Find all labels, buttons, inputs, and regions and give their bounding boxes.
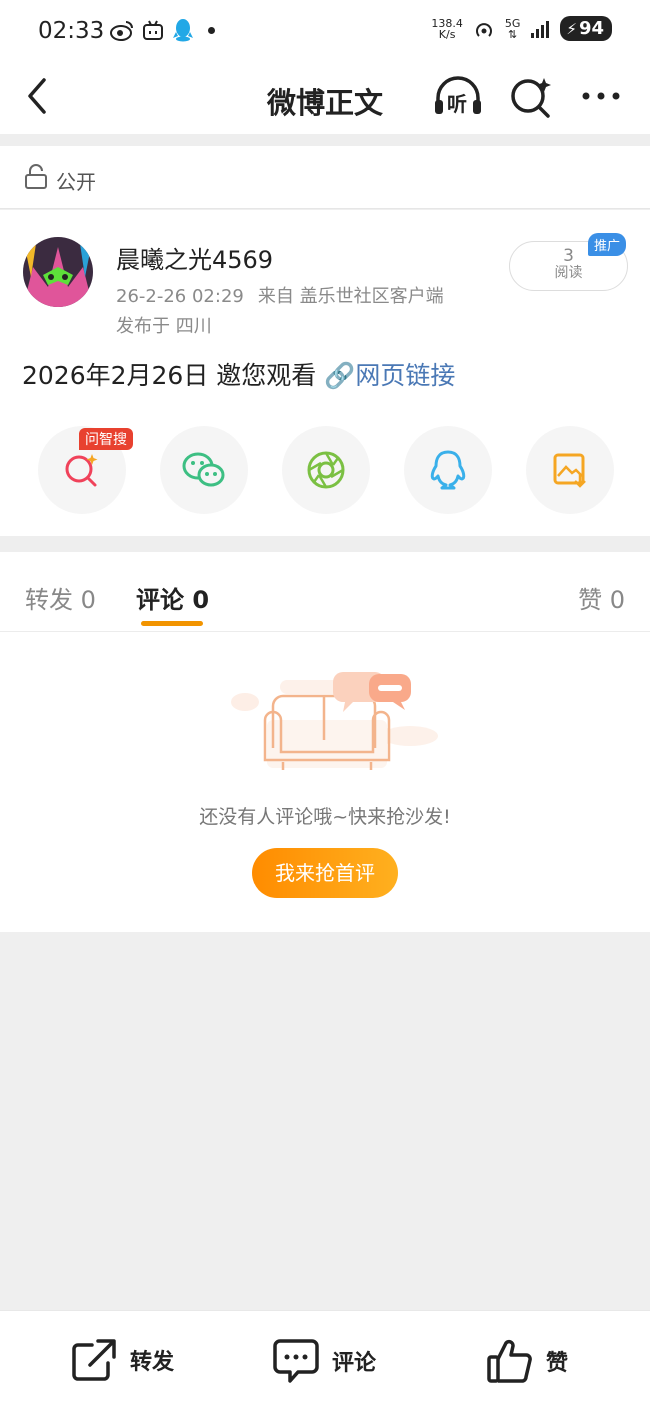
active-tab-indicator bbox=[141, 621, 203, 626]
net-speed-unit: K/s bbox=[438, 27, 456, 41]
comments-empty-state: 还没有人评论哦~快来抢沙发! 我来抢首评 bbox=[0, 632, 650, 932]
ai-search-icon[interactable] bbox=[508, 74, 554, 120]
ai-search-badge: 问智搜 bbox=[79, 428, 133, 450]
visibility-row[interactable]: 公开 bbox=[0, 146, 650, 209]
comment-icon bbox=[273, 1339, 319, 1383]
visibility-label: 公开 bbox=[56, 170, 96, 194]
post-time: 26-2-26 02:29 bbox=[116, 286, 244, 307]
like-button[interactable]: 赞 bbox=[486, 1337, 568, 1385]
thumbs-up-icon bbox=[487, 1339, 532, 1383]
data-arrows-icon: ⇅ bbox=[508, 27, 518, 41]
qq-notification-icon bbox=[173, 19, 193, 42]
battery-level: 94 bbox=[578, 18, 604, 39]
avatar[interactable] bbox=[23, 237, 93, 307]
net-speed-value: 138.4 bbox=[431, 16, 463, 30]
unlock-icon bbox=[25, 164, 47, 189]
post-card: 晨曦之光4569 26-2-26 02:29 来自 盖乐世社区客户端 发布于 四川… bbox=[0, 210, 650, 536]
share-moments-button[interactable] bbox=[282, 426, 370, 514]
repost-button[interactable]: 转发 bbox=[70, 1337, 174, 1383]
listen-label: 听 bbox=[447, 92, 467, 116]
qq-icon bbox=[430, 450, 466, 490]
avatar-image bbox=[23, 237, 93, 307]
hotspot-icon bbox=[475, 22, 492, 37]
wechat-icon bbox=[182, 452, 225, 487]
charging-icon: ⚡ bbox=[566, 19, 577, 38]
promo-badge[interactable]: 推广 bbox=[588, 233, 627, 256]
listen-button[interactable]: 听 bbox=[432, 74, 484, 120]
bilibili-notification-icon bbox=[143, 20, 163, 40]
repost-label: 转发 bbox=[130, 1350, 175, 1375]
more-icon[interactable] bbox=[578, 78, 624, 114]
signal-icon bbox=[531, 20, 550, 38]
status-dot-icon bbox=[208, 26, 215, 34]
share-save-image-button[interactable] bbox=[526, 426, 614, 514]
author-name[interactable]: 晨曦之光4569 bbox=[116, 240, 273, 275]
share-qq-button[interactable] bbox=[404, 426, 492, 514]
comment-label: 评论 bbox=[332, 1351, 377, 1376]
save-image-icon bbox=[553, 453, 586, 488]
moments-icon bbox=[307, 451, 345, 489]
section-divider bbox=[0, 134, 650, 146]
share-wechat-button[interactable] bbox=[160, 426, 248, 514]
comment-button[interactable]: 评论 bbox=[272, 1337, 376, 1385]
nav-bar: 微博正文 听 bbox=[0, 64, 650, 134]
empty-message: 还没有人评论哦~快来抢沙发! bbox=[199, 806, 451, 828]
post-meta: 26-2-26 02:29 来自 盖乐世社区客户端 bbox=[116, 282, 444, 308]
net-speed: 138.4 K/s bbox=[431, 18, 463, 40]
status-notification-icons bbox=[110, 18, 215, 42]
status-right: 138.4 K/s 5G ⇅ ⚡ 94 bbox=[431, 16, 612, 41]
battery-indicator: ⚡ 94 bbox=[560, 16, 612, 41]
post-text: 2026年2月26日 邀您观看 bbox=[22, 361, 325, 390]
status-bar: 02:33 138.4 K/s 5G ⇅ ⚡ 94 bbox=[0, 0, 650, 64]
network-type-label: 5G bbox=[504, 16, 521, 30]
weibo-notification-icon bbox=[110, 21, 133, 41]
interaction-tabs: 转发 0 评论 0 赞 0 bbox=[0, 552, 650, 632]
post-content: 2026年2月26日 邀您观看 🔗网页链接 bbox=[22, 356, 455, 392]
status-time: 02:33 bbox=[38, 18, 105, 44]
repost-icon bbox=[72, 1339, 116, 1381]
network-type: 5G ⇅ bbox=[505, 18, 521, 40]
read-label: 阅读 bbox=[554, 265, 583, 281]
web-link[interactable]: 🔗网页链接 bbox=[324, 361, 455, 390]
web-link-label: 网页链接 bbox=[355, 361, 456, 390]
post-location: 发布于 四川 bbox=[116, 316, 212, 337]
first-comment-button[interactable]: 我来抢首评 bbox=[252, 848, 398, 898]
ai-search-icon bbox=[65, 454, 98, 487]
link-icon: 🔗 bbox=[324, 361, 356, 390]
post-source: 来自 盖乐世社区客户端 bbox=[257, 286, 444, 307]
like-label: 赞 bbox=[546, 1351, 569, 1376]
bottom-action-bar: 转发 评论 赞 bbox=[0, 1310, 650, 1408]
sofa-illustration-icon bbox=[231, 672, 438, 770]
tab-like[interactable]: 赞 0 bbox=[578, 580, 625, 615]
tab-repost[interactable]: 转发 0 bbox=[25, 580, 96, 615]
section-divider bbox=[0, 536, 650, 552]
tab-comment[interactable]: 评论 0 bbox=[136, 580, 209, 615]
